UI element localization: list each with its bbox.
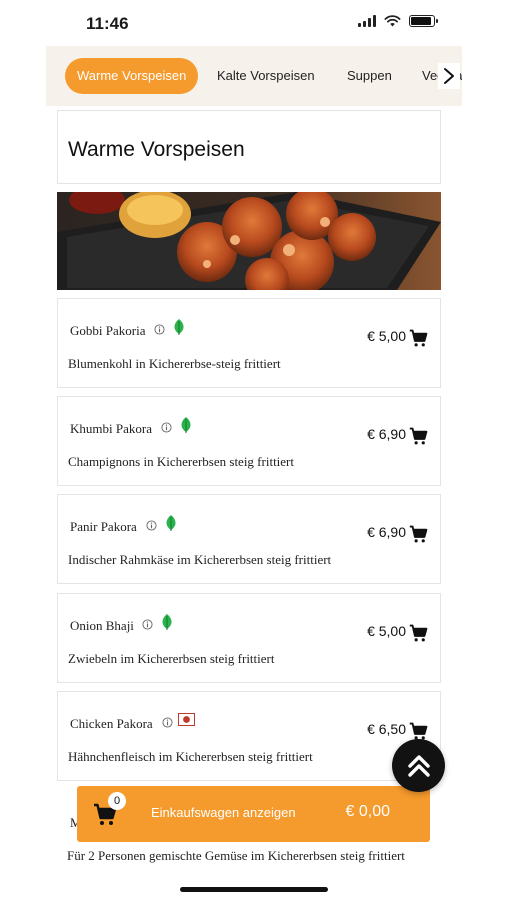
- tab-suppen[interactable]: Suppen: [347, 58, 392, 94]
- scroll-to-top-button[interactable]: [392, 739, 445, 792]
- status-bar: 11:46: [0, 0, 507, 46]
- cart-count-badge: 0: [108, 792, 126, 810]
- section-title: Warme Vorspeisen: [68, 138, 245, 161]
- item-description: Zwiebeln im Kichererbsen steig frittiert: [68, 651, 275, 666]
- menu-item-card[interactable]: Chicken Pakora € 6,50 Hähnchenfleisch im…: [57, 691, 441, 781]
- item-description: Champignons in Kichererbsen steig fritti…: [68, 454, 295, 469]
- cellular-signal-icon: [358, 15, 376, 27]
- info-icon[interactable]: [146, 520, 157, 531]
- info-icon[interactable]: [161, 422, 172, 433]
- menu-item-card[interactable]: Panir Pakora € 6,90 Indischer Rahmkäse i…: [57, 494, 441, 584]
- tab-warme-vorspeisen[interactable]: Warme Vorspeisen: [65, 58, 199, 94]
- add-to-cart-icon[interactable]: [409, 329, 428, 348]
- add-to-cart-icon[interactable]: [409, 427, 428, 446]
- status-icons: [358, 15, 438, 27]
- chevron-right-icon[interactable]: [438, 63, 460, 89]
- item-name: Chicken Pakora: [70, 716, 153, 731]
- cart-button-label: Einkaufswagen anzeigen: [151, 805, 296, 820]
- double-chevron-up-icon: [407, 754, 430, 777]
- wifi-icon: [384, 15, 401, 27]
- item-price: € 6,50: [367, 721, 406, 737]
- item-price: € 6,90: [367, 524, 406, 540]
- veg-leaf-icon: [162, 614, 172, 630]
- item-name: Panir Pakora: [70, 519, 137, 534]
- item-name: Khumbi Pakora: [70, 421, 152, 436]
- section-hero-image: [57, 192, 441, 290]
- add-to-cart-icon[interactable]: [409, 624, 428, 643]
- veg-leaf-icon: [166, 515, 176, 531]
- non-veg-icon: [178, 713, 195, 726]
- item-description: Indischer Rahmkäse im Kichererbsen steig…: [68, 552, 332, 567]
- item-name: Gobbi Pakoria: [70, 323, 146, 338]
- item-name: Onion Bhaji: [70, 618, 134, 633]
- item-description-partial: Für 2 Personen gemischte Gemüse im Kiche…: [67, 848, 405, 863]
- view-cart-button[interactable]: 0 Einkaufswagen anzeigen € 0,00: [77, 786, 430, 842]
- info-icon[interactable]: [162, 717, 173, 728]
- section-header-card: Warme Vorspeisen: [57, 110, 441, 184]
- home-indicator[interactable]: [180, 887, 328, 892]
- item-description: Hähnchenfleisch im Kichererbsen steig fr…: [68, 749, 313, 764]
- item-price: € 5,00: [367, 623, 406, 639]
- info-icon[interactable]: [154, 324, 165, 335]
- item-price: € 5,00: [367, 328, 406, 344]
- battery-icon: [409, 15, 438, 27]
- veg-leaf-icon: [181, 417, 191, 433]
- item-description: Blumenkohl in Kichererbse-steig frittier…: [68, 356, 281, 371]
- veg-leaf-icon: [174, 319, 184, 335]
- cart-total: € 0,00: [345, 803, 390, 820]
- item-price: € 6,90: [367, 426, 406, 442]
- tab-kalte-vorspeisen[interactable]: Kalte Vorspeisen: [217, 58, 315, 94]
- info-icon[interactable]: [142, 619, 153, 630]
- category-tab-bar: Warme Vorspeisen Kalte Vorspeisen Suppen…: [46, 46, 462, 106]
- menu-item-card[interactable]: Gobbi Pakoria € 5,00 Blumenkohl in Kiche…: [57, 298, 441, 388]
- add-to-cart-icon[interactable]: [409, 525, 428, 544]
- menu-item-card[interactable]: Onion Bhaji € 5,00 Zwiebeln im Kichererb…: [57, 593, 441, 683]
- menu-item-card[interactable]: Khumbi Pakora € 6,90 Champignons in Kich…: [57, 396, 441, 486]
- status-time: 11:46: [86, 14, 129, 33]
